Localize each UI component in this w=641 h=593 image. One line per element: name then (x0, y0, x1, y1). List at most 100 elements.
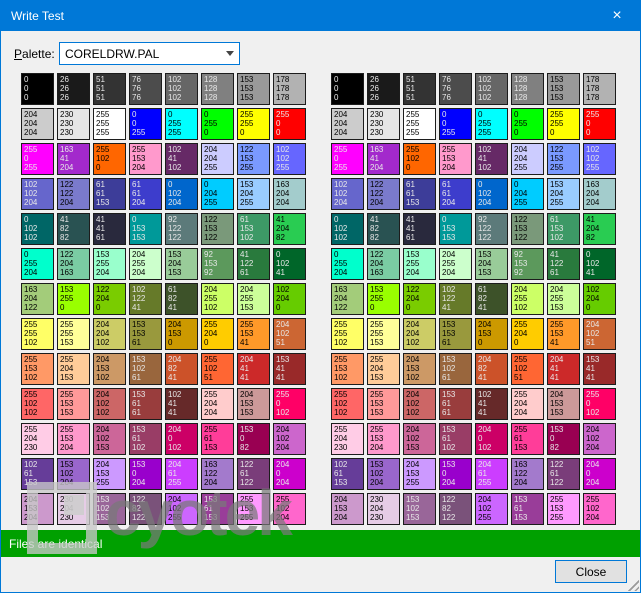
color-swatch: 255 204 204 (511, 388, 544, 420)
swatch-channel-value: 230 (370, 495, 384, 504)
swatch-channel-value: 153 (60, 373, 74, 382)
swatch-channel-value: 255 (60, 320, 74, 329)
swatch-channel-value: 61 (204, 504, 213, 513)
swatch-channel-value: 255 (442, 128, 456, 137)
color-swatch: 153 0 204 (439, 458, 472, 490)
color-swatch: 204 153 102 (93, 353, 126, 385)
color-swatch: 153 102 204 (367, 458, 400, 490)
color-swatch: 255 102 102 (331, 388, 364, 420)
swatch-channel-value: 0 (240, 128, 245, 137)
swatch-channel-value: 102 (586, 408, 600, 417)
swatch-channel-value: 255 (96, 145, 110, 154)
swatch-channel-value: 255 (550, 495, 564, 504)
swatch-channel-value: 178 (586, 84, 600, 93)
color-swatch: 204 102 204 (273, 423, 306, 455)
window-close-button[interactable]: × (594, 1, 640, 31)
swatch-channel-value: 82 (370, 233, 379, 242)
swatch-channel-value: 0 (168, 434, 173, 443)
swatch-channel-value: 204 (370, 198, 384, 207)
swatch-channel-value: 122 (240, 259, 254, 268)
color-swatch: 204 41 41 (237, 353, 270, 385)
swatch-channel-value: 51 (276, 338, 285, 347)
swatch-channel-value: 122 (550, 460, 564, 469)
swatch-channel-value: 41 (240, 250, 249, 259)
swatch-channel-value: 41 (586, 373, 595, 382)
swatch-channel-value: 102 (60, 469, 74, 478)
swatch-channel-value: 204 (276, 425, 290, 434)
color-swatch: 0 102 102 (331, 213, 364, 245)
swatch-channel-value: 255 (550, 320, 564, 329)
color-swatch: 255 153 102 (21, 353, 54, 385)
swatch-channel-value: 204 (442, 250, 456, 259)
swatch-channel-value: 255 (204, 163, 218, 172)
swatch-channel-value: 204 (168, 198, 182, 207)
color-swatch: 122 153 122 (511, 213, 544, 245)
swatch-channel-value: 204 (514, 154, 528, 163)
color-swatch: 153 255 204 (93, 248, 126, 280)
swatch-channel-value: 122 (514, 233, 528, 242)
swatch-channel-value: 153 (442, 320, 456, 329)
palette-combobox-value: CORELDRW.PAL (65, 46, 160, 61)
swatch-channel-value: 41 (370, 215, 379, 224)
swatch-channel-value: 153 (586, 355, 600, 364)
swatch-channel-value: 0 (334, 154, 339, 163)
swatch-channel-value: 230 (370, 119, 384, 128)
swatch-channel-value: 204 (60, 364, 74, 373)
swatch-channel-value: 0 (550, 434, 555, 443)
swatch-channel-value: 255 (406, 145, 420, 154)
color-swatch: 204 0 102 (165, 423, 198, 455)
swatch-channel-value: 163 (586, 180, 600, 189)
swatch-channel-value: 61 (168, 285, 177, 294)
swatch-channel-value: 204 (586, 460, 600, 469)
swatch-channel-value: 153 (132, 320, 146, 329)
swatch-channel-value: 153 (370, 338, 384, 347)
color-swatch: 122 122 204 (367, 178, 400, 210)
resize-grip[interactable] (625, 577, 639, 591)
title-bar[interactable]: Write Test × (1, 1, 640, 31)
close-button[interactable]: Close (555, 560, 627, 583)
swatch-channel-value: 61 (132, 180, 141, 189)
color-swatch: 204 153 204 (21, 493, 54, 525)
swatch-channel-value: 153 (478, 329, 492, 338)
swatch-channel-value: 102 (204, 303, 218, 312)
swatch-channel-value: 122 (442, 513, 456, 522)
swatch-channel-value: 41 (586, 364, 595, 373)
swatch-channel-value: 92 (478, 215, 487, 224)
swatch-channel-value: 102 (406, 504, 420, 513)
palette-label-rest: alette: (22, 47, 55, 61)
swatch-channel-value: 102 (24, 338, 38, 347)
swatch-channel-value: 204 (132, 478, 146, 487)
swatch-channel-value: 102 (276, 408, 290, 417)
swatch-channel-value: 102 (334, 189, 348, 198)
palette-combobox[interactable]: CORELDRW.PAL (59, 42, 240, 65)
swatch-channel-value: 255 (514, 390, 528, 399)
swatch-channel-value: 255 (24, 259, 38, 268)
swatch-channel-value: 122 (132, 513, 146, 522)
color-swatch: 255 255 255 (93, 108, 126, 140)
swatch-channel-value: 153 (370, 285, 384, 294)
swatch-channel-value: 41 (96, 224, 105, 233)
color-swatch: 51 51 51 (93, 73, 126, 105)
color-swatch: 255 153 41 (547, 318, 580, 350)
swatch-channel-value: 204 (370, 364, 384, 373)
color-swatch: 204 102 51 (583, 318, 616, 350)
swatch-channel-value: 102 (478, 75, 492, 84)
color-swatch: 255 61 153 (201, 423, 234, 455)
swatch-channel-value: 41 (168, 154, 177, 163)
swatch-channel-value: 255 (96, 128, 110, 137)
swatch-channel-value: 92 (514, 268, 523, 277)
swatch-channel-value: 102 (406, 154, 420, 163)
color-swatch: 153 61 102 (439, 423, 472, 455)
swatch-channel-value: 204 (514, 189, 528, 198)
swatch-channel-value: 204 (586, 198, 600, 207)
color-swatch: 153 61 153 (201, 493, 234, 525)
color-swatch: 153 153 153 (547, 73, 580, 105)
swatch-channel-value: 153 (550, 224, 564, 233)
swatch-channel-value: 0 (586, 128, 591, 137)
swatch-channel-value: 204 (276, 294, 290, 303)
swatch-channel-value: 204 (132, 268, 146, 277)
color-swatch: 255 255 102 (21, 318, 54, 350)
swatch-channel-value: 255 (240, 294, 254, 303)
swatch-channel-value: 153 (240, 425, 254, 434)
swatch-channel-value: 153 (204, 495, 218, 504)
